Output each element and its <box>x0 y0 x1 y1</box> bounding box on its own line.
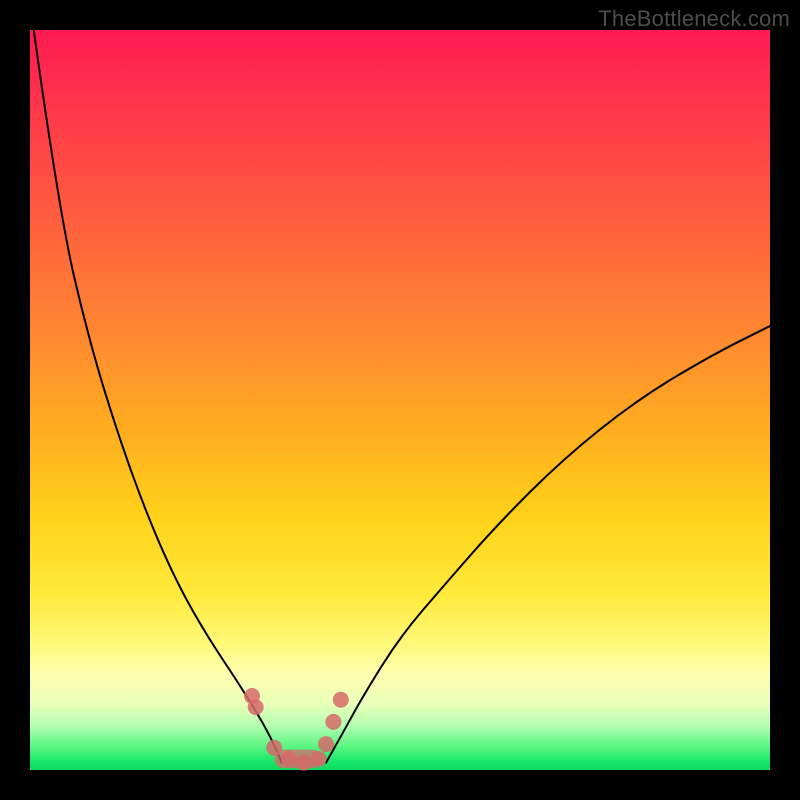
valley-marker <box>311 751 327 767</box>
outer-frame: TheBottleneck.com <box>0 0 800 800</box>
curve-left-branch <box>34 30 282 763</box>
valley-marker <box>266 740 282 756</box>
valley-marker <box>318 736 334 752</box>
valley-marker <box>333 692 349 708</box>
valley-marker <box>325 714 341 730</box>
valley-markers-group <box>244 688 349 771</box>
valley-marker <box>281 751 297 767</box>
plot-svg <box>30 30 770 770</box>
watermark-text: TheBottleneck.com <box>598 6 790 32</box>
valley-marker <box>296 755 312 771</box>
valley-marker <box>248 699 264 715</box>
curve-right-branch <box>326 326 770 763</box>
